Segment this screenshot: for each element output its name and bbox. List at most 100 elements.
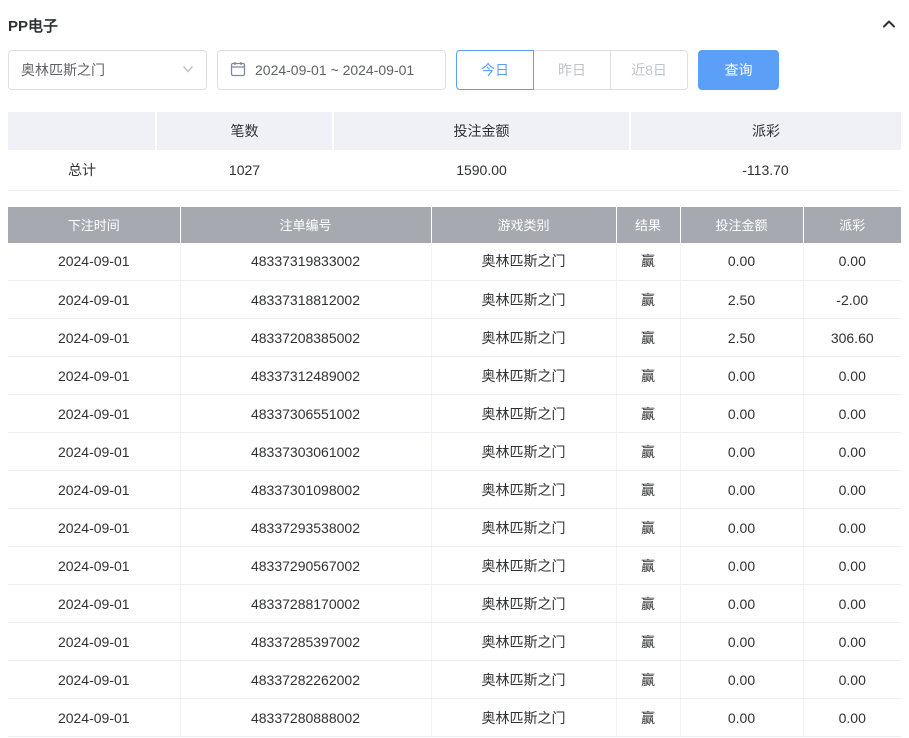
table-cell: 0.00 [680, 698, 804, 737]
summary-total-label: 总计 [8, 150, 156, 191]
game-select[interactable]: 奥林匹斯之门 [8, 50, 207, 90]
table-cell: 0.00 [803, 546, 901, 585]
table-cell: 48337301098002 [180, 470, 432, 509]
table-cell: 0.00 [803, 622, 901, 661]
table-cell: 0.00 [803, 660, 901, 699]
col-bet-id: 注单编号 [180, 206, 432, 243]
table-cell: 0.00 [680, 546, 804, 585]
table-cell: 赢 [616, 470, 681, 509]
table-cell: 2024-09-01 [8, 546, 181, 585]
yesterday-button[interactable]: 昨日 [533, 50, 611, 90]
table-cell: 赢 [616, 280, 681, 319]
summary-col-empty [8, 112, 157, 150]
last-8-days-button[interactable]: 近8日 [610, 50, 688, 90]
table-row: 2024-09-01 48337208385002 奥林匹斯之门赢 2.50 306.6… [8, 318, 901, 357]
table-row: 2024-09-01 48337306551002 奥林匹斯之门赢 0.00 0.00 [8, 394, 901, 433]
table-cell: 48337306551002 [180, 394, 432, 433]
table-cell: 赢 [616, 622, 681, 661]
table-cell: 2024-09-01 [8, 508, 181, 547]
table-cell: 0.00 [803, 242, 901, 281]
table-cell: 2024-09-01 [8, 432, 181, 471]
table-cell: 48337288170002 [180, 584, 432, 623]
table-row: 2024-09-01 48337285397002 奥林匹斯之门赢 0.00 0.00 [8, 622, 901, 661]
table-cell: 0.00 [803, 584, 901, 623]
summary-col-payout: 派彩 [630, 112, 901, 150]
table-cell: 奥林匹斯之门 [431, 280, 617, 319]
date-range-picker[interactable]: 2024-09-01 ~ 2024-09-01 [217, 50, 446, 90]
table-cell: 奥林匹斯之门 [431, 622, 617, 661]
chevron-up-icon [881, 16, 897, 35]
summary-col-bet-amount: 投注金额 [333, 112, 631, 150]
table-cell: 48337282262002 [180, 660, 432, 699]
table-cell: -2.00 [803, 280, 901, 319]
table-cell: 2024-09-01 [8, 242, 181, 281]
table-cell: 赢 [616, 508, 681, 547]
table-cell: 赢 [616, 432, 681, 471]
summary-total-row: 总计 1027 1590.00 -113.70 [8, 150, 901, 191]
date-range-value: 2024-09-01 ~ 2024-09-01 [255, 62, 415, 78]
table-cell: 赢 [616, 356, 681, 395]
table-row: 2024-09-01 48337301098002 奥林匹斯之门赢 0.00 0.00 [8, 470, 901, 509]
summary-table: 笔数 投注金额 派彩 总计 1027 1590.00 -113.70 [8, 112, 901, 191]
summary-col-count: 笔数 [156, 112, 334, 150]
table-cell: 48337318812002 [180, 280, 432, 319]
table-row: 2024-09-01 48337280888002 奥林匹斯之门赢 0.00 0.00 [8, 698, 901, 737]
table-cell: 奥林匹斯之门 [431, 660, 617, 699]
table-row: 2024-09-01 48337282262002 奥林匹斯之门赢 0.00 0.00 [8, 660, 901, 699]
table-cell: 48337280888002 [180, 698, 432, 737]
table-cell: 306.60 [803, 318, 901, 357]
chevron-down-icon [182, 62, 194, 78]
table-cell: 0.00 [803, 394, 901, 433]
table-cell: 48337293538002 [180, 508, 432, 547]
table-cell: 奥林匹斯之门 [431, 432, 617, 471]
col-result: 结果 [616, 206, 681, 243]
table-row: 2024-09-01 48337288170002 奥林匹斯之门赢 0.00 0.00 [8, 584, 901, 623]
table-cell: 0.00 [803, 508, 901, 547]
table-cell: 2.50 [680, 318, 804, 357]
summary-header-row: 笔数 投注金额 派彩 [8, 112, 901, 150]
table-cell: 赢 [616, 584, 681, 623]
collapse-panel-button[interactable] [877, 13, 901, 37]
table-cell: 奥林匹斯之门 [431, 470, 617, 509]
table-cell: 0.00 [803, 698, 901, 737]
table-cell: 48337319833002 [180, 242, 432, 281]
table-cell: 奥林匹斯之门 [431, 318, 617, 357]
table-cell: 奥林匹斯之门 [431, 698, 617, 737]
bet-table-header-row: 下注时间 注单编号 游戏类别 结果 投注金额 派彩 [8, 206, 901, 243]
table-cell: 0.00 [680, 622, 804, 661]
table-cell: 48337208385002 [180, 318, 432, 357]
table-cell: 奥林匹斯之门 [431, 546, 617, 585]
table-row: 2024-09-01 48337293538002 奥林匹斯之门赢 0.00 0.00 [8, 508, 901, 547]
today-button[interactable]: 今日 [456, 50, 534, 90]
table-cell: 奥林匹斯之门 [431, 356, 617, 395]
table-cell: 0.00 [680, 508, 804, 547]
table-cell: 奥林匹斯之门 [431, 584, 617, 623]
col-payout: 派彩 [803, 206, 901, 243]
table-cell: 奥林匹斯之门 [431, 508, 617, 547]
filters-bar: 奥林匹斯之门 2024-09-01 ~ 2024-09-01 今日 昨日 近8日… [8, 50, 901, 90]
table-cell: 2024-09-01 [8, 622, 181, 661]
table-cell: 赢 [616, 546, 681, 585]
table-row: 2024-09-01 48337319833002 奥林匹斯之门赢 0.00 0.00 [8, 242, 901, 281]
table-cell: 2024-09-01 [8, 584, 181, 623]
table-row: 2024-09-01 48337318812002 奥林匹斯之门赢 2.50 -2.00 [8, 280, 901, 319]
table-cell: 48337312489002 [180, 356, 432, 395]
table-cell: 48337290567002 [180, 546, 432, 585]
col-game-category: 游戏类别 [431, 206, 617, 243]
calendar-icon [230, 61, 246, 80]
table-cell: 赢 [616, 394, 681, 433]
table-cell: 0.00 [680, 394, 804, 433]
table-cell: 奥林匹斯之门 [431, 242, 617, 281]
table-row: 2024-09-01 48337290567002 奥林匹斯之门赢 0.00 0.00 [8, 546, 901, 585]
table-cell: 48337303061002 [180, 432, 432, 471]
table-cell: 赢 [616, 660, 681, 699]
summary-total-count: 1027 [156, 150, 333, 191]
query-button[interactable]: 查询 [698, 50, 779, 90]
table-cell: 赢 [616, 242, 681, 281]
page-title: PP电子 [8, 17, 59, 35]
table-cell: 2024-09-01 [8, 318, 181, 357]
table-cell: 0.00 [803, 432, 901, 471]
table-cell: 2.50 [680, 280, 804, 319]
col-bet-time: 下注时间 [8, 206, 181, 243]
table-cell: 0.00 [680, 242, 804, 281]
